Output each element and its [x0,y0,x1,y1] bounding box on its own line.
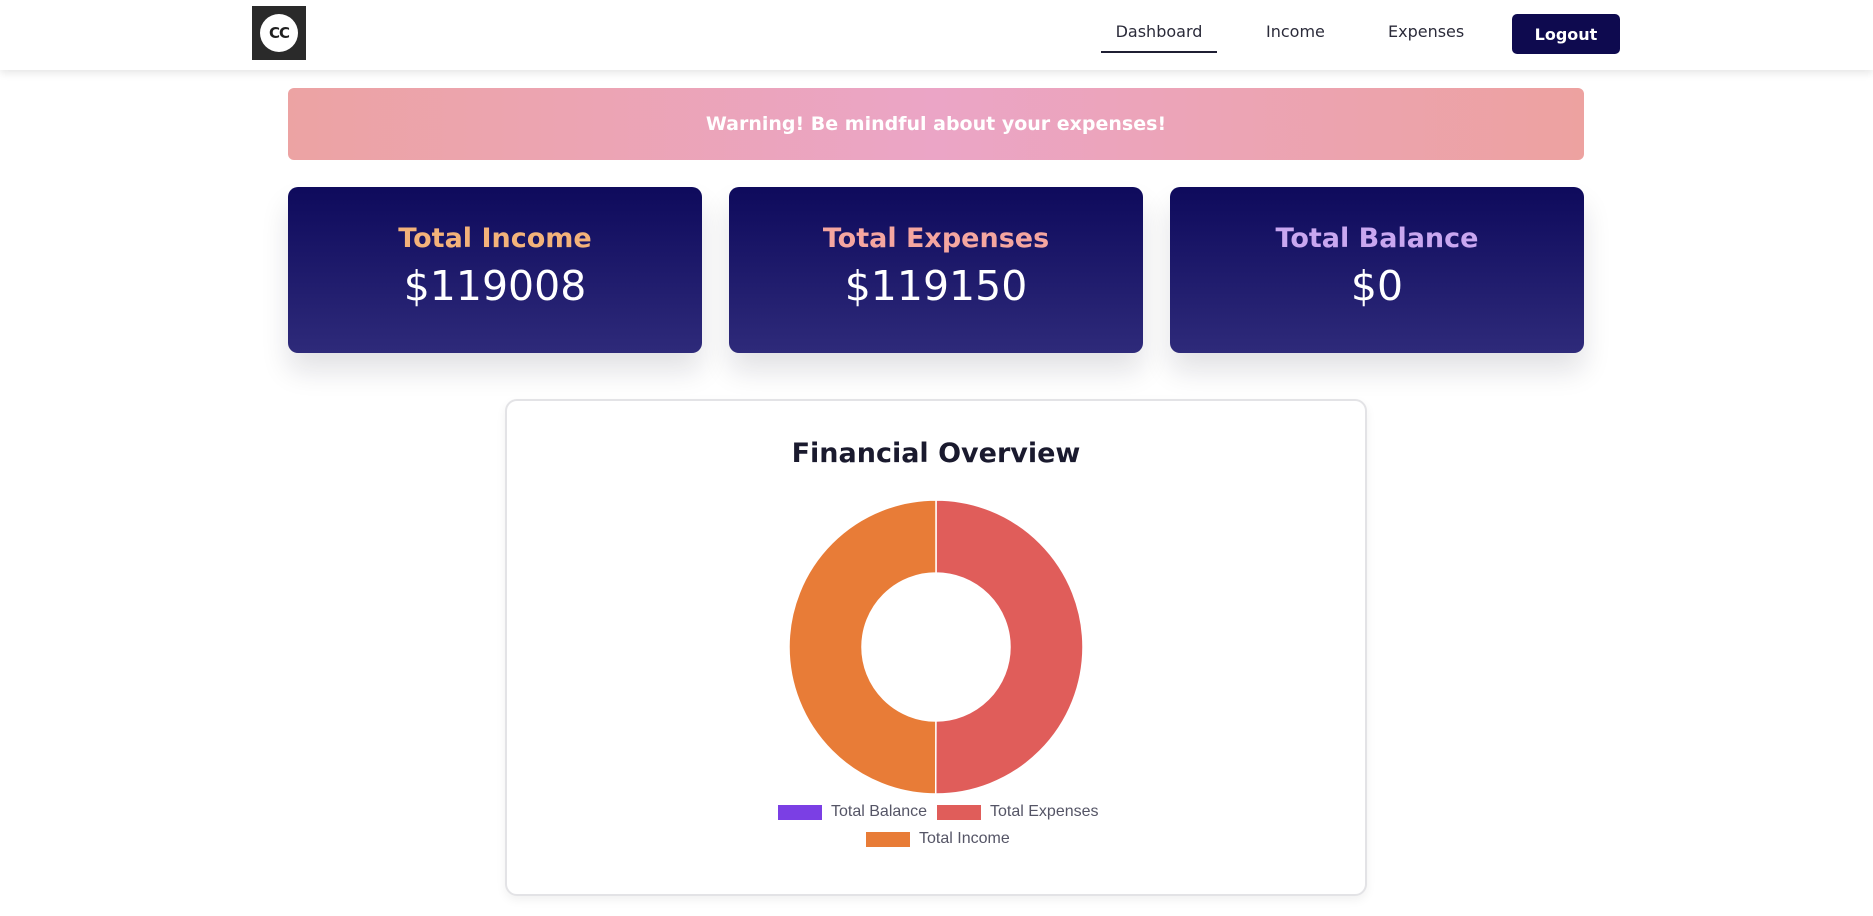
legend-swatch-total-expenses [937,804,981,820]
logo-mark: CC [260,14,298,52]
nav-dashboard-link[interactable]: Dashboard [1101,22,1217,41]
legend-item-total-expenses[interactable]: Total Expenses [937,803,1099,821]
nav-income-link[interactable]: Income [1266,22,1325,41]
app-logo[interactable]: CC [252,6,306,60]
donut-slice-total-expenses[interactable] [934,499,1084,795]
total-expenses-card: Total Expenses $119150 [729,187,1143,353]
legend-item-total-balance[interactable]: Total Balance [778,803,927,821]
expense-warning-banner: Warning! Be mindful about your expenses! [288,88,1584,160]
logout-button[interactable]: Logout [1512,14,1620,54]
active-nav-indicator [1101,51,1217,53]
total-balance-title: Total Balance [1275,223,1479,254]
legend-label-total-expenses: Total Expenses [990,803,1099,820]
nav-expenses-link[interactable]: Expenses [1388,22,1464,41]
total-income-value: $119008 [403,262,587,310]
total-income-title: Total Income [398,223,592,254]
financial-donut-chart [788,499,1084,795]
legend-label-total-income: Total Income [919,830,1010,847]
legend-swatch-total-income [866,831,910,847]
top-navbar: CC Dashboard Income Expenses Logout [0,0,1873,70]
total-balance-value: $0 [1350,262,1404,310]
total-balance-card: Total Balance $0 [1170,187,1584,353]
donut-slice-total-income[interactable] [788,499,937,795]
legend-item-total-income[interactable]: Total Income [866,830,1010,848]
total-income-card: Total Income $119008 [288,187,702,353]
total-expenses-value: $119150 [844,262,1028,310]
financial-overview-panel: Financial Overview Total Balance Total E… [505,399,1367,896]
legend-swatch-total-balance [778,804,822,820]
total-expenses-title: Total Expenses [822,223,1050,254]
legend-label-total-balance: Total Balance [831,803,928,820]
